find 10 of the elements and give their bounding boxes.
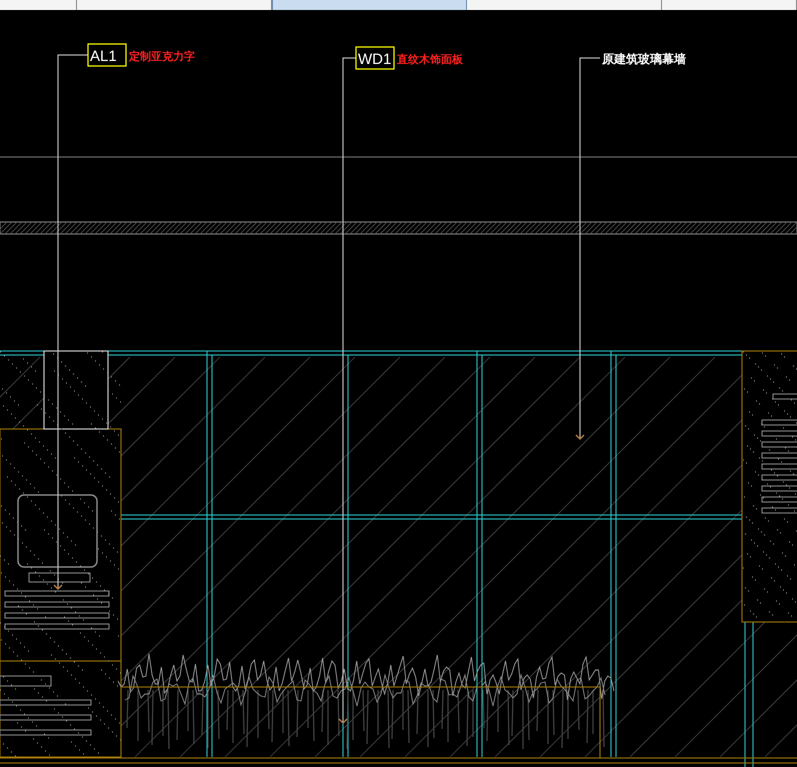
drawing-tab[interactable]: [272, 0, 467, 10]
material-tag: AL1: [87, 43, 127, 67]
drawing-tab[interactable]: [662, 0, 797, 10]
drawing-tab[interactable]: [0, 0, 77, 10]
drawing-tab[interactable]: [467, 0, 662, 10]
material-label: 原建筑玻璃幕墙: [602, 52, 686, 66]
material-label: 直纹木饰面板: [397, 53, 463, 66]
drawing-tab[interactable]: [77, 0, 272, 10]
material-label: 定制亚克力字: [129, 50, 195, 63]
material-tag: WD1: [355, 46, 395, 70]
